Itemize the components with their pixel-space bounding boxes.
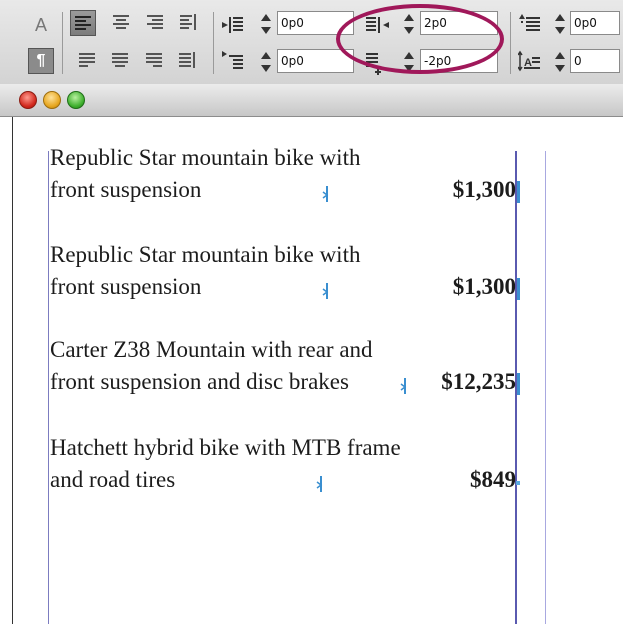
space-before-icon xyxy=(518,11,546,39)
document-page: Republic Star mountain bike with front s… xyxy=(0,117,623,624)
last-line-right-indent-field[interactable]: -2p0 xyxy=(420,49,498,73)
justify-all-button[interactable] xyxy=(175,48,201,74)
align-towards-spine-icon xyxy=(180,14,196,30)
tab-marker-icon xyxy=(322,282,332,300)
item-description-line2: front suspension and disc brakes xyxy=(50,369,349,394)
justify-center-button[interactable] xyxy=(108,48,134,74)
end-of-line-marker xyxy=(517,278,520,300)
first-line-indent-icon xyxy=(221,49,249,77)
align-left-button[interactable] xyxy=(70,10,96,36)
item-description-line1: Republic Star mountain bike with xyxy=(50,145,361,170)
paragraph-mode-button[interactable]: ¶ xyxy=(28,48,54,74)
last-line-right-indent-stepper[interactable] xyxy=(402,49,416,75)
item-description-line2: front suspension xyxy=(50,274,202,299)
tab-marker-icon xyxy=(322,185,332,203)
character-mode-button[interactable]: A xyxy=(29,13,53,37)
left-indent-icon xyxy=(221,11,249,39)
space-before-field[interactable]: 0p0 xyxy=(570,11,620,35)
minimize-icon[interactable] xyxy=(43,91,61,109)
item-description-line2: front suspension xyxy=(50,177,202,202)
space-before-stepper[interactable] xyxy=(553,11,567,37)
right-indent-field[interactable]: 2p0 xyxy=(420,11,498,35)
justify-center-icon xyxy=(112,53,128,67)
align-right-icon xyxy=(147,15,163,29)
left-indent-stepper[interactable] xyxy=(259,11,273,37)
justify-right-icon xyxy=(146,53,162,67)
align-left-icon xyxy=(75,16,91,30)
item-description-line1: Republic Star mountain bike with xyxy=(50,242,361,267)
align-right-button[interactable] xyxy=(142,10,168,36)
item-price: $1,300 xyxy=(452,177,516,202)
tab-marker-icon xyxy=(400,377,410,395)
item-price: $1,300 xyxy=(452,274,516,299)
justify-all-icon xyxy=(179,52,195,68)
drop-cap-lines-stepper[interactable] xyxy=(553,49,567,75)
justify-left-icon xyxy=(79,53,95,67)
first-line-indent-stepper[interactable] xyxy=(259,49,273,75)
left-indent-field[interactable]: 0p0 xyxy=(277,11,354,35)
end-of-line-marker xyxy=(517,181,520,203)
justify-left-button[interactable] xyxy=(75,48,101,74)
document-window-titlebar xyxy=(0,84,623,117)
list-item[interactable]: Republic Star mountain bike with front s… xyxy=(50,242,520,306)
page-edge xyxy=(12,117,13,624)
item-price: $12,235 xyxy=(441,369,516,394)
paragraph-control-panel: A ¶ 0p0 0p0 2p0 -2p0 0p0 A 0 xyxy=(0,0,623,85)
end-of-line-marker xyxy=(517,373,520,395)
align-towards-spine-button[interactable] xyxy=(175,10,201,36)
list-item[interactable]: Carter Z38 Mountain with rear and front … xyxy=(50,337,520,401)
right-indent-stepper[interactable] xyxy=(402,11,416,37)
separator xyxy=(62,12,63,74)
list-item[interactable]: Republic Star mountain bike with front s… xyxy=(50,145,520,209)
tab-marker-icon xyxy=(316,475,326,493)
separator xyxy=(510,12,511,74)
align-center-icon xyxy=(113,15,129,29)
first-line-indent-field[interactable]: 0p0 xyxy=(277,49,354,73)
item-description-line2: and road tires xyxy=(50,467,176,492)
drop-cap-lines-field[interactable]: 0 xyxy=(570,49,620,73)
list-item[interactable]: Hatchett hybrid bike with MTB frame and … xyxy=(50,435,520,499)
close-icon[interactable] xyxy=(19,91,37,109)
justify-right-button[interactable] xyxy=(142,48,168,74)
item-description-line1: Carter Z38 Mountain with rear and xyxy=(50,337,373,362)
column-guide xyxy=(545,151,546,624)
zoom-icon[interactable] xyxy=(67,91,85,109)
last-line-right-indent-icon xyxy=(364,49,392,77)
right-indent-icon xyxy=(364,11,392,39)
item-description-line1: Hatchett hybrid bike with MTB frame xyxy=(50,435,401,460)
end-of-line-marker xyxy=(516,481,520,485)
separator xyxy=(213,12,214,74)
text-frame-left-edge xyxy=(48,151,49,624)
align-center-button[interactable] xyxy=(108,10,134,36)
item-price: $849 xyxy=(470,467,516,492)
drop-cap-lines-icon: A xyxy=(517,49,546,77)
